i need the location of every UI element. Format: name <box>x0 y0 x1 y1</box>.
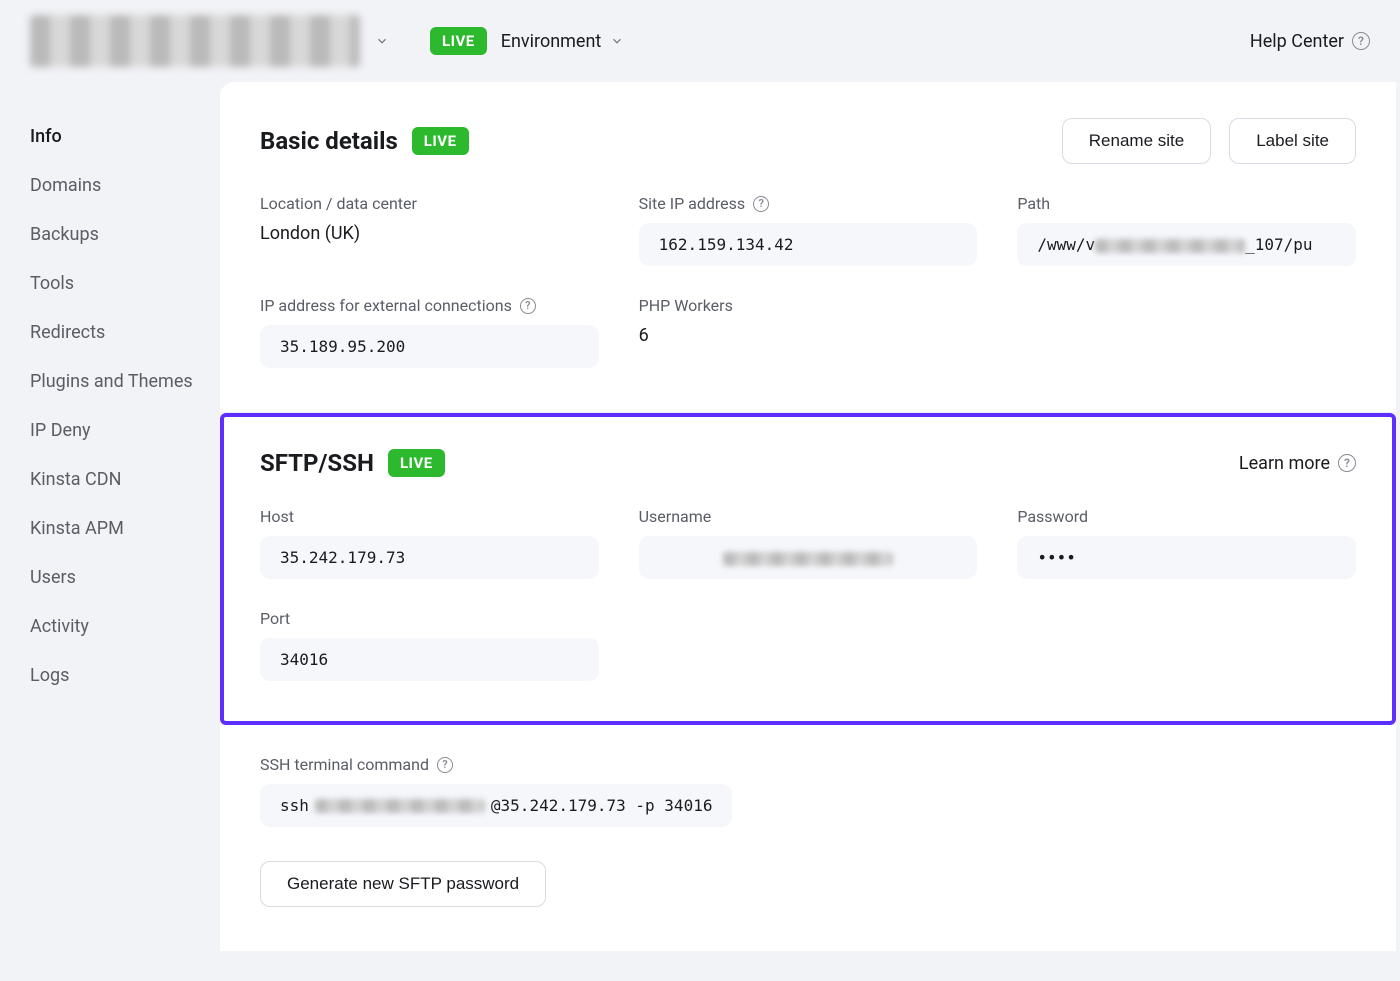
sidebar-item-label: Domains <box>30 175 101 196</box>
field-ext-ip: IP address for external connections ? 35… <box>260 296 599 368</box>
ssh-cmd-label: SSH terminal command <box>260 755 429 774</box>
sidebar-item-label: Tools <box>30 273 74 294</box>
learn-more-label: Learn more <box>1239 453 1330 474</box>
help-icon[interactable]: ? <box>437 757 453 773</box>
host-value[interactable]: 35.242.179.73 <box>260 536 599 579</box>
sidebar-item-label: Info <box>30 126 62 147</box>
sidebar-item-label: Redirects <box>30 322 105 343</box>
sidebar-item-info[interactable]: Info <box>30 112 220 161</box>
field-path: Path /www/v _107/pu <box>1017 194 1356 266</box>
topbar: LIVE Environment Help Center ? <box>0 0 1400 82</box>
ext-ip-value[interactable]: 35.189.95.200 <box>260 325 599 368</box>
sidebar-item-users[interactable]: Users <box>30 553 220 602</box>
topbar-left: LIVE Environment <box>30 15 625 67</box>
sidebar: Info Domains Backups Tools Redirects Plu… <box>0 82 220 951</box>
help-icon[interactable]: ? <box>753 196 769 212</box>
host-label: Host <box>260 507 599 526</box>
sidebar-item-label: Backups <box>30 224 99 245</box>
sidebar-item-tools[interactable]: Tools <box>30 259 220 308</box>
ssh-cmd-suffix: @35.242.179.73 -p 34016 <box>491 796 713 815</box>
site-ip-value[interactable]: 162.159.134.42 <box>639 223 978 266</box>
field-ssh-cmd: SSH terminal command ? ssh @35.242.179.7… <box>260 755 1356 827</box>
port-label: Port <box>260 609 599 628</box>
sidebar-item-backups[interactable]: Backups <box>30 210 220 259</box>
location-value: London (UK) <box>260 223 599 244</box>
generate-sftp-password-button[interactable]: Generate new SFTP password <box>260 861 546 907</box>
username-value[interactable] <box>639 536 978 579</box>
sidebar-item-apm[interactable]: Kinsta APM <box>30 504 220 553</box>
field-php-workers: PHP Workers 6 <box>639 296 978 368</box>
sftp-ssh-panel: SFTP/SSH LIVE Learn more ? Host 35.242.1… <box>220 412 1396 951</box>
learn-more-link[interactable]: Learn more ? <box>1239 453 1356 474</box>
help-center-label: Help Center <box>1250 31 1344 52</box>
field-password: Password •••• <box>1017 507 1356 579</box>
path-value[interactable]: /www/v _107/pu <box>1017 223 1356 266</box>
field-site-ip: Site IP address ? 162.159.134.42 <box>639 194 978 266</box>
site-ip-label: Site IP address <box>639 194 746 213</box>
live-badge: LIVE <box>388 449 445 477</box>
live-badge: LIVE <box>430 27 487 55</box>
help-icon: ? <box>1352 32 1370 50</box>
sidebar-item-logs[interactable]: Logs <box>30 651 220 700</box>
field-location: Location / data center London (UK) <box>260 194 599 266</box>
ssh-cmd-prefix: ssh <box>280 796 309 815</box>
php-workers-label: PHP Workers <box>639 296 978 315</box>
basic-details-title: Basic details <box>260 127 398 155</box>
environment-selector[interactable]: LIVE Environment <box>430 27 625 55</box>
help-icon[interactable]: ? <box>520 298 536 314</box>
sidebar-item-cdn[interactable]: Kinsta CDN <box>30 455 220 504</box>
username-redacted <box>723 552 893 566</box>
path-label: Path <box>1017 194 1356 213</box>
sidebar-item-label: Plugins and Themes <box>30 371 193 392</box>
basic-details-panel: Basic details LIVE Rename site Label sit… <box>220 82 1396 412</box>
sidebar-item-redirects[interactable]: Redirects <box>30 308 220 357</box>
field-port: Port 34016 <box>260 609 599 681</box>
port-value[interactable]: 34016 <box>260 638 599 681</box>
sidebar-item-label: Kinsta APM <box>30 518 124 539</box>
site-selector[interactable] <box>30 15 390 67</box>
sftp-title: SFTP/SSH <box>260 449 374 477</box>
ext-ip-label: IP address for external connections <box>260 296 512 315</box>
sidebar-item-label: Kinsta CDN <box>30 469 121 490</box>
path-suffix: _107/pu <box>1245 235 1312 254</box>
sidebar-item-label: Logs <box>30 665 69 686</box>
location-label: Location / data center <box>260 194 599 213</box>
chevron-down-icon <box>374 33 390 49</box>
field-host: Host 35.242.179.73 <box>260 507 599 579</box>
password-label: Password <box>1017 507 1356 526</box>
sidebar-item-activity[interactable]: Activity <box>30 602 220 651</box>
chevron-down-icon <box>609 33 625 49</box>
field-username: Username <box>639 507 978 579</box>
sidebar-item-domains[interactable]: Domains <box>30 161 220 210</box>
sidebar-item-plugins[interactable]: Plugins and Themes <box>30 357 220 406</box>
php-workers-value: 6 <box>639 325 978 346</box>
path-redacted <box>1095 239 1245 253</box>
sidebar-item-ipdeny[interactable]: IP Deny <box>30 406 220 455</box>
sidebar-item-label: Activity <box>30 616 89 637</box>
help-icon: ? <box>1338 454 1356 472</box>
ssh-cmd-value[interactable]: ssh @35.242.179.73 -p 34016 <box>260 784 732 827</box>
password-value[interactable]: •••• <box>1017 536 1356 579</box>
sidebar-item-label: Users <box>30 567 76 588</box>
main-content: Basic details LIVE Rename site Label sit… <box>220 82 1396 951</box>
live-badge: LIVE <box>412 127 469 155</box>
environment-label: Environment <box>501 31 602 52</box>
username-label: Username <box>639 507 978 526</box>
path-prefix: /www/v <box>1037 235 1095 254</box>
rename-site-button[interactable]: Rename site <box>1062 118 1211 164</box>
ssh-user-redacted <box>315 799 485 813</box>
highlight-box: SFTP/SSH LIVE Learn more ? Host 35.242.1… <box>220 413 1396 725</box>
site-name-redacted <box>30 15 360 67</box>
label-site-button[interactable]: Label site <box>1229 118 1356 164</box>
sidebar-item-label: IP Deny <box>30 420 91 441</box>
help-center-link[interactable]: Help Center ? <box>1250 31 1370 52</box>
